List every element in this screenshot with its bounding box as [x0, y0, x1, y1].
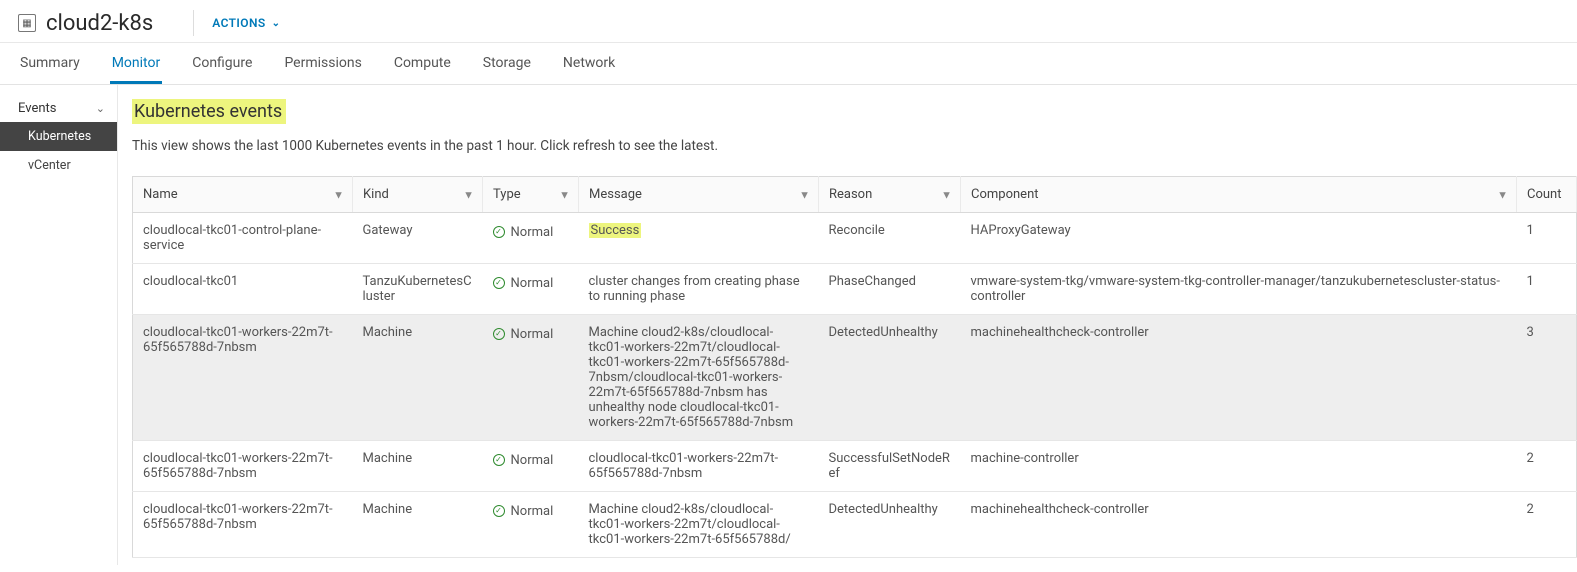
tab-configure[interactable]: Configure [190, 43, 254, 84]
column-header-message[interactable]: Message ▼ [579, 177, 819, 213]
column-header-name[interactable]: Name ▼ [133, 177, 353, 213]
cell-component: vmware-system-tkg/vmware-system-tkg-cont… [961, 264, 1517, 315]
check-circle-icon: ✓ [493, 226, 505, 238]
column-header-kind[interactable]: Kind ▼ [353, 177, 483, 213]
chevron-down-icon: ⌄ [272, 18, 281, 29]
type-label: Normal [511, 327, 554, 342]
column-label: Message [589, 187, 642, 202]
chevron-down-icon: ⌄ [96, 102, 105, 115]
tab-permissions[interactable]: Permissions [282, 43, 363, 84]
column-label: Component [971, 187, 1039, 202]
sidebar-item-kubernetes[interactable]: Kubernetes [0, 122, 117, 151]
column-header-type[interactable]: Type ▼ [483, 177, 579, 213]
filter-icon[interactable]: ▼ [1497, 188, 1508, 201]
main-tabs: Summary Monitor Configure Permissions Comput… [0, 43, 1577, 85]
cell-kind: TanzuKubernetesCluster [353, 264, 483, 315]
cell-component: HAProxyGateway [961, 213, 1517, 264]
cell-name: cloudlocal-tkc01 [133, 264, 353, 315]
actions-menu[interactable]: ACTIONS ⌄ [212, 16, 280, 30]
section-title: Kubernetes events [132, 99, 286, 124]
table-row[interactable]: cloudlocal-tkc01-workers-22m7t-65f565788… [133, 492, 1577, 558]
column-label: Name [143, 187, 178, 202]
cell-kind: Gateway [353, 213, 483, 264]
cell-count: 2 [1517, 441, 1577, 492]
filter-icon[interactable]: ▼ [333, 188, 344, 201]
cell-component: machinehealthcheck-controller [961, 315, 1517, 441]
table-row[interactable]: cloudlocal-tkc01TanzuKubernetesCluster ✓ N… [133, 264, 1577, 315]
cell-type: ✓ Normal [483, 264, 579, 315]
cell-count: 1 [1517, 264, 1577, 315]
check-circle-icon: ✓ [493, 277, 505, 289]
column-label: Type [493, 187, 521, 202]
sidebar-group-events[interactable]: Events ⌄ [0, 95, 117, 122]
table-row[interactable]: cloudlocal-tkc01-workers-22m7t-65f565788… [133, 441, 1577, 492]
check-circle-icon: ✓ [493, 454, 505, 466]
column-label: Kind [363, 187, 389, 202]
type-label: Normal [511, 276, 554, 291]
cell-message: Success [579, 213, 819, 264]
cell-reason: DetectedUnhealthy [819, 492, 961, 558]
table-row[interactable]: cloudlocal-tkc01-workers-22m7t-65f565788… [133, 315, 1577, 441]
cell-message: cluster changes from creating phase to r… [579, 264, 819, 315]
cell-component: machinehealthcheck-controller [961, 492, 1517, 558]
type-label: Normal [511, 453, 554, 468]
filter-icon[interactable]: ▼ [463, 188, 474, 201]
cell-message: cloudlocal-tkc01-workers-22m7t-65f565788… [579, 441, 819, 492]
cell-reason: PhaseChanged [819, 264, 961, 315]
events-table: Name ▼ Kind ▼ Type ▼ Message ▼ Reason ▼ Component ▼… [132, 176, 1577, 558]
cell-count: 2 [1517, 492, 1577, 558]
cell-message: Machine cloud2-k8s/cloudlocal-tkc01-work… [579, 492, 819, 558]
check-circle-icon: ✓ [493, 505, 505, 517]
cell-type: ✓ Normal [483, 213, 579, 264]
cell-name: cloudlocal-tkc01-workers-22m7t-65f565788… [133, 315, 353, 441]
section-description: This view shows the last 1000 Kubernetes… [132, 138, 1577, 154]
cell-name: cloudlocal-tkc01-workers-22m7t-65f565788… [133, 492, 353, 558]
cell-reason: DetectedUnhealthy [819, 315, 961, 441]
filter-icon[interactable]: ▼ [941, 188, 952, 201]
column-label: Count [1527, 187, 1561, 202]
tab-network[interactable]: Network [561, 43, 617, 84]
main-content: Kubernetes events This view shows the la… [118, 85, 1577, 565]
type-label: Normal [511, 504, 554, 519]
sidebar: Events ⌄ KubernetesvCenter [0, 85, 118, 565]
column-header-component[interactable]: Component ▼ [961, 177, 1517, 213]
column-header-count[interactable]: Count [1517, 177, 1577, 213]
cell-name: cloudlocal-tkc01-control-plane-service [133, 213, 353, 264]
cell-type: ✓ Normal [483, 441, 579, 492]
sidebar-item-vcenter[interactable]: vCenter [0, 151, 117, 180]
filter-icon[interactable]: ▼ [559, 188, 570, 201]
check-circle-icon: ✓ [493, 328, 505, 340]
column-header-reason[interactable]: Reason ▼ [819, 177, 961, 213]
cell-kind: Machine [353, 315, 483, 441]
namespace-icon: ▦ [18, 14, 36, 32]
cell-kind: Machine [353, 492, 483, 558]
cell-type: ✓ Normal [483, 315, 579, 441]
divider [193, 10, 194, 36]
sidebar-group-label: Events [18, 101, 56, 116]
column-label: Reason [829, 187, 872, 202]
cell-reason: SuccessfulSetNodeRef [819, 441, 961, 492]
cell-reason: Reconcile [819, 213, 961, 264]
filter-icon[interactable]: ▼ [799, 188, 810, 201]
page-header: ▦ cloud2-k8s ACTIONS ⌄ [0, 0, 1577, 43]
cell-type: ✓ Normal [483, 492, 579, 558]
cell-kind: Machine [353, 441, 483, 492]
tab-summary[interactable]: Summary [18, 43, 82, 84]
tab-storage[interactable]: Storage [481, 43, 533, 84]
type-label: Normal [511, 225, 554, 240]
table-row[interactable]: cloudlocal-tkc01-control-plane-serviceGa… [133, 213, 1577, 264]
cell-name: cloudlocal-tkc01-workers-22m7t-65f565788… [133, 441, 353, 492]
actions-label: ACTIONS [212, 16, 265, 30]
tab-compute[interactable]: Compute [392, 43, 453, 84]
cell-message: Machine cloud2-k8s/cloudlocal-tkc01-work… [579, 315, 819, 441]
tab-monitor[interactable]: Monitor [110, 43, 163, 84]
cell-count: 3 [1517, 315, 1577, 441]
cell-component: machine-controller [961, 441, 1517, 492]
page-title: cloud2-k8s [46, 11, 153, 36]
cell-count: 1 [1517, 213, 1577, 264]
